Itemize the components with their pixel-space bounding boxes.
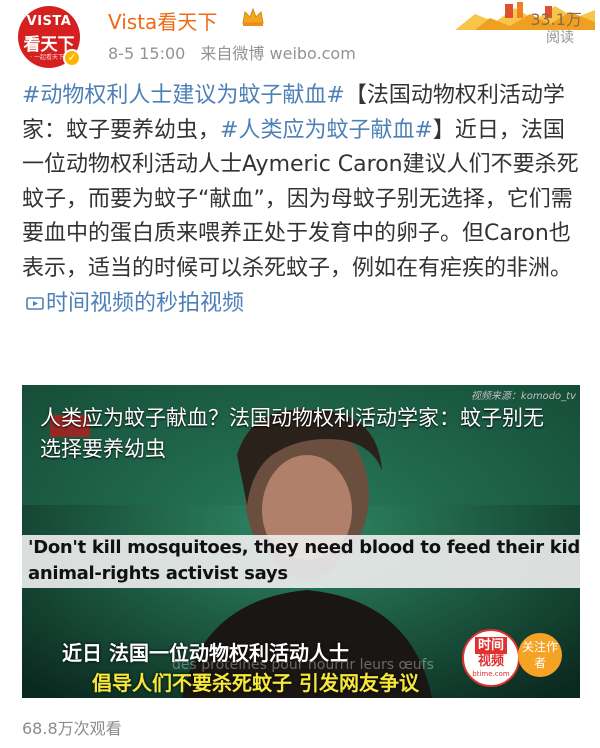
post-text: #动物权利人士建议为蚊子献血#【法国动物权利活动学家：蚊子要养幼虫，#人类应为蚊… xyxy=(22,79,582,321)
follow-author-button[interactable]: 关注作者 xyxy=(518,633,562,677)
logo-text: 时间 xyxy=(474,637,507,654)
author-name[interactable]: Vista看天下 xyxy=(108,6,217,35)
video-subtitle: 近日 法国一位动物权利活动人士 xyxy=(62,641,349,665)
video-link-label: 时间视频的秒拍视频 xyxy=(46,290,245,316)
video-subtitle-highlight: 倡导人们不要杀死蚊子 引发网友争议 xyxy=(92,671,419,695)
hashtag-link[interactable]: #动物权利人士建议为蚊子献血# xyxy=(22,83,345,108)
verified-badge-icon: ✓ xyxy=(63,49,81,67)
video-link-icon xyxy=(26,296,44,310)
banner-line: 'Don't kill mosquitoes, they need blood … xyxy=(28,537,580,558)
post-meta: 8-5 15:00 来自微博 weibo.com xyxy=(108,40,366,64)
video-source-watermark: 视频来源：komodo_tv xyxy=(470,391,576,402)
watch-count: 68.8万次观看 xyxy=(22,719,122,738)
logo-url: btime.com xyxy=(472,670,510,678)
post-time: 8-5 15:00 xyxy=(108,44,186,63)
video-title-overlay: 人类应为蚊子献血？法国动物权利活动学家：蚊子别无选择要养幼虫 xyxy=(40,406,544,461)
video-player[interactable]: 视频来源：komodo_tv 人类应为蚊子献血？法国动物权利活动学家：蚊子别无选… xyxy=(22,385,580,698)
post-header: VISTA 看天下 · 一起看天下 · ✓ Vista看天下 8-5 15:00… xyxy=(0,0,600,70)
logo-text: 视频 xyxy=(477,654,504,669)
read-label: 阅读 xyxy=(546,30,574,46)
banner-line: animal-rights activist says xyxy=(28,563,288,584)
video-link[interactable]: 时间视频的秒拍视频 xyxy=(22,291,244,316)
video-english-banner: 'Don't kill mosquitoes, they need blood … xyxy=(22,535,580,588)
post-source[interactable]: 来自微博 weibo.com xyxy=(200,44,355,63)
crown-icon xyxy=(242,7,264,26)
avatar-logo-top: VISTA xyxy=(26,14,72,29)
btime-logo: 时间 视频 btime.com xyxy=(462,629,520,687)
hashtag-link[interactable]: #人类应为蚊子献血# xyxy=(220,118,433,143)
